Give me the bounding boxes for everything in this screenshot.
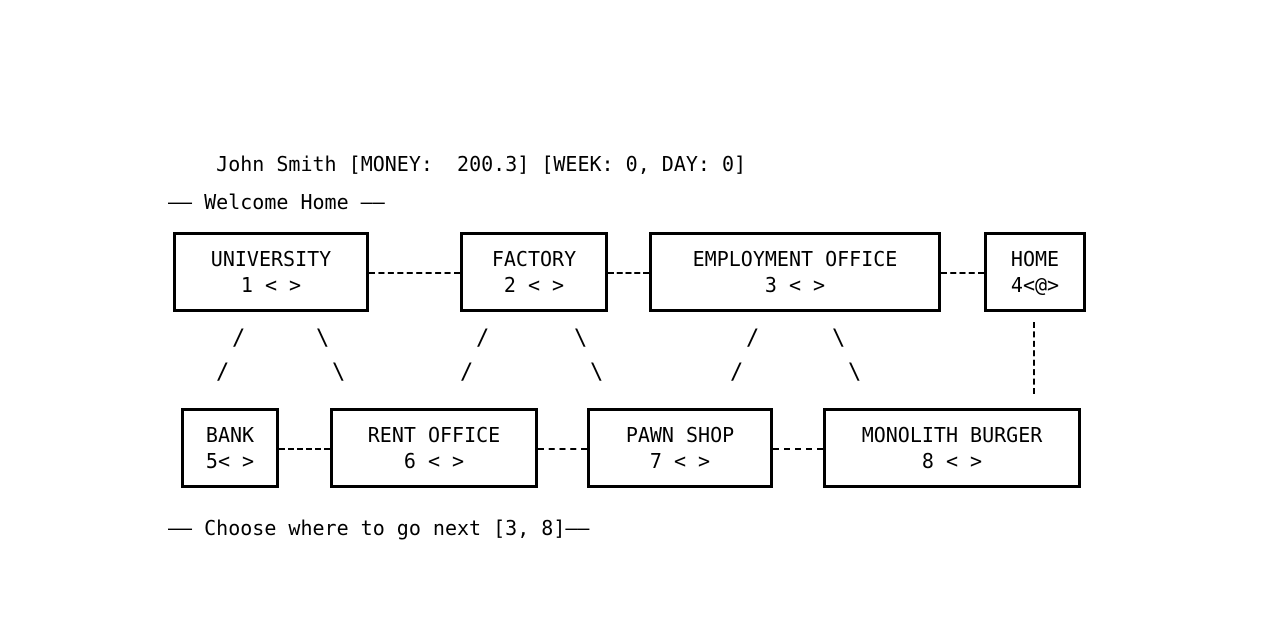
map-connector bbox=[773, 448, 823, 450]
map-connector: / bbox=[730, 362, 743, 384]
day-label: DAY bbox=[662, 152, 698, 176]
location-label: PAWN SHOP bbox=[626, 423, 734, 447]
location-home[interactable]: HOME 4<@> bbox=[984, 232, 1086, 312]
map-connector: / bbox=[232, 328, 245, 350]
map-connector: / bbox=[746, 328, 759, 350]
week-value: 0 bbox=[626, 152, 638, 176]
player-name: John Smith bbox=[216, 152, 336, 176]
map-connector: \ bbox=[316, 328, 329, 350]
location-code: 8 < > bbox=[922, 449, 982, 473]
game-stage: John Smith [MONEY: 200.3] [WEEK: 0, DAY:… bbox=[0, 0, 1280, 640]
location-label: BANK bbox=[206, 423, 254, 447]
money-label: MONEY bbox=[361, 152, 421, 176]
location-rent-office[interactable]: RENT OFFICE 6 < > bbox=[330, 408, 538, 488]
map-connector: / bbox=[216, 362, 229, 384]
location-factory[interactable]: FACTORY 2 < > bbox=[460, 232, 608, 312]
map-connector bbox=[941, 272, 984, 274]
money-value: 200.3 bbox=[457, 152, 517, 176]
map-connector: \ bbox=[848, 362, 861, 384]
location-label: MONOLITH BURGER bbox=[862, 423, 1043, 447]
map-connector: \ bbox=[590, 362, 603, 384]
map-connector bbox=[1033, 322, 1035, 394]
location-university[interactable]: UNIVERSITY 1 < > bbox=[173, 232, 369, 312]
day-value: 0 bbox=[722, 152, 734, 176]
location-label: UNIVERSITY bbox=[211, 247, 331, 271]
prompt-suffix: ]—— bbox=[553, 516, 589, 540]
location-monolith-burger[interactable]: MONOLITH BURGER 8 < > bbox=[823, 408, 1081, 488]
location-code: 6 < > bbox=[404, 449, 464, 473]
prompt-low: 3 bbox=[505, 516, 517, 540]
location-pawn-shop[interactable]: PAWN SHOP 7 < > bbox=[587, 408, 773, 488]
welcome-message: —— Welcome Home —— bbox=[168, 190, 385, 214]
location-employment-office[interactable]: EMPLOYMENT OFFICE 3 < > bbox=[649, 232, 941, 312]
map-connector: \ bbox=[574, 328, 587, 350]
prompt-line: —— Choose where to go next [3, 8]—— bbox=[168, 516, 589, 540]
location-code: 7 < > bbox=[650, 449, 710, 473]
location-code: 1 < > bbox=[241, 273, 301, 297]
location-label: EMPLOYMENT OFFICE bbox=[693, 247, 898, 271]
map-connector: \ bbox=[332, 362, 345, 384]
prompt-high: 8 bbox=[541, 516, 553, 540]
location-code: 4<@> bbox=[1011, 273, 1059, 297]
location-code: 5< > bbox=[206, 449, 254, 473]
map-connector bbox=[279, 448, 330, 450]
location-label: RENT OFFICE bbox=[368, 423, 500, 447]
map-connector: \ bbox=[832, 328, 845, 350]
status-line: John Smith [MONEY: 200.3] [WEEK: 0, DAY:… bbox=[168, 128, 746, 176]
map-connector bbox=[608, 272, 649, 274]
location-bank[interactable]: BANK 5< > bbox=[181, 408, 279, 488]
map-connector: / bbox=[476, 328, 489, 350]
location-label: FACTORY bbox=[492, 247, 576, 271]
location-code: 2 < > bbox=[504, 273, 564, 297]
week-label: WEEK bbox=[553, 152, 601, 176]
map-connector: / bbox=[460, 362, 473, 384]
map-connector bbox=[538, 448, 587, 450]
map-connector bbox=[369, 272, 460, 274]
location-code: 3 < > bbox=[765, 273, 825, 297]
prompt-prefix: —— Choose where to go next [ bbox=[168, 516, 505, 540]
location-label: HOME bbox=[1011, 247, 1059, 271]
